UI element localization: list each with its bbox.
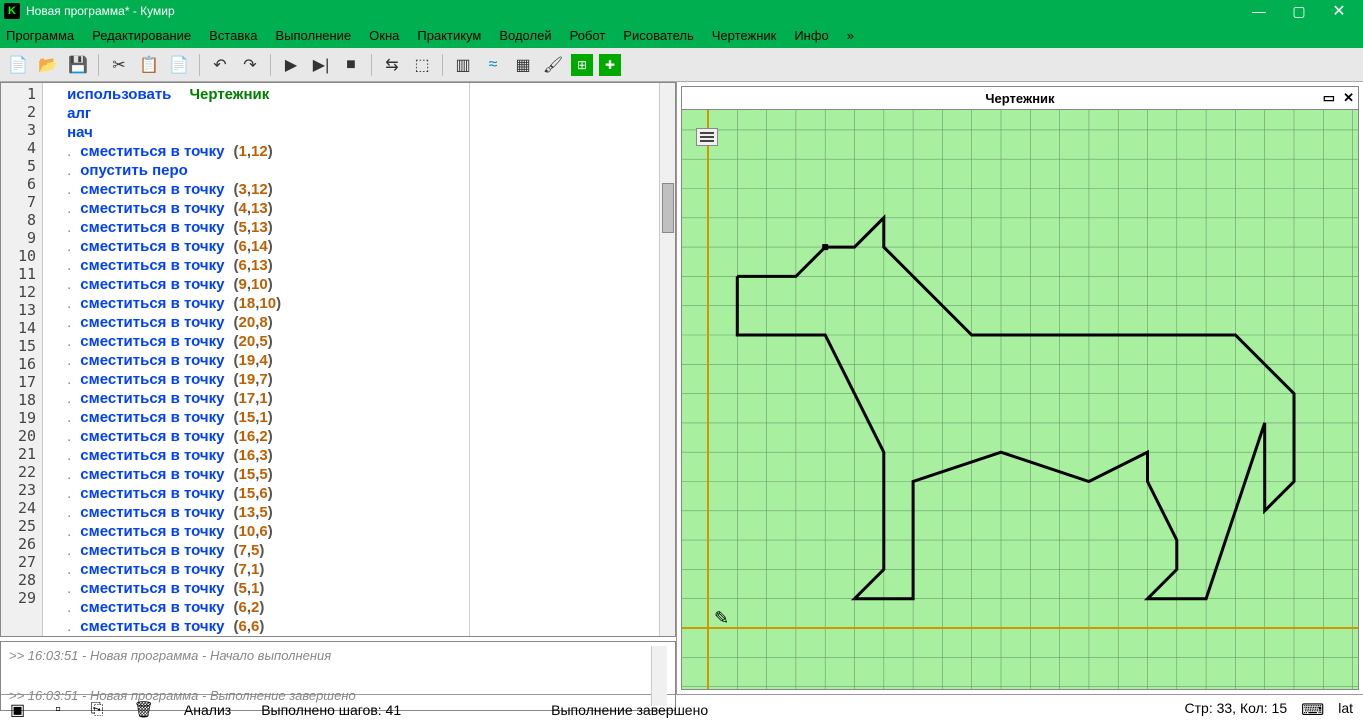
toolbar: 📄 📂 💾 ✂ 📋 📄 ↶ ↷ ▶ ▶| ■ ⇆ ⬚ ▥ ≈ ▦ 🖌 ⊞ ✚ [0, 48, 1363, 82]
step-icon[interactable]: ▶| [309, 53, 333, 77]
status-icon4[interactable]: 🗑 [134, 700, 154, 720]
drawing-canvas[interactable]: ✎ [681, 110, 1359, 690]
canvas-menu-icon[interactable] [696, 128, 718, 146]
status-position: Стр: 33, Кол: 15 [1185, 700, 1288, 720]
editor-scrollbar[interactable] [659, 83, 675, 636]
status-lang: lat [1338, 700, 1353, 720]
menu-insert[interactable]: Вставка [209, 28, 257, 43]
console-line: >> 16:03:51 - Новая программа - Начало в… [9, 646, 651, 666]
status-icon3[interactable]: ⎘ [91, 701, 104, 719]
window-title: Новая программа* - Кумир [26, 4, 1239, 18]
tool1-icon[interactable]: ⇆ [380, 53, 404, 77]
tool-grid-icon[interactable]: ▦ [511, 53, 535, 77]
tool-wave-icon[interactable]: ≈ [481, 53, 505, 77]
editor-side-pane [469, 83, 659, 636]
menubar: Программа Редактирование Вставка Выполне… [0, 22, 1363, 48]
line-gutter: 1234567891011121314151617181920212223242… [1, 83, 43, 636]
canvas-panel-label: Чертежник [985, 91, 1054, 106]
code-editor[interactable]: 1234567891011121314151617181920212223242… [0, 82, 676, 637]
menu-more[interactable]: » [847, 28, 854, 43]
code-area[interactable]: использовать Чертежник алг нач . сместит… [43, 83, 469, 636]
menu-chertezhnik[interactable]: Чертежник [712, 28, 777, 43]
tool-green2-icon[interactable]: ✚ [599, 54, 621, 76]
svg-text:✎: ✎ [714, 608, 729, 628]
console-scrollbar[interactable] [651, 646, 667, 706]
stop-icon[interactable]: ■ [339, 53, 363, 77]
panel-close-icon[interactable]: ✕ [1343, 90, 1354, 106]
app-logo-icon: K [4, 3, 20, 19]
menu-robot[interactable]: Робот [570, 28, 606, 43]
new-file-icon[interactable]: 📄 [6, 53, 30, 77]
run-icon[interactable]: ▶ [279, 53, 303, 77]
menu-windows[interactable]: Окна [369, 28, 399, 43]
status-icon1[interactable]: ▣ [10, 700, 25, 720]
paste-icon[interactable]: 📄 [167, 53, 191, 77]
panel-restore-icon[interactable]: ▭ [1323, 90, 1335, 106]
titlebar: K Новая программа* - Кумир — ▢ ✕ [0, 0, 1363, 22]
minimize-button[interactable]: — [1239, 0, 1279, 22]
save-icon[interactable]: 💾 [66, 53, 90, 77]
canvas-panel-title: Чертежник ▭ ✕ [681, 86, 1359, 110]
status-icon2[interactable]: ▫ [55, 701, 61, 719]
keyboard-icon[interactable]: ⌨ [1301, 700, 1324, 720]
menu-draftsman[interactable]: Рисователь [623, 28, 693, 43]
status-analysis: Анализ [184, 702, 231, 718]
tool-green1-icon[interactable]: ⊞ [571, 54, 593, 76]
menu-practicum[interactable]: Практикум [417, 28, 481, 43]
menu-edit[interactable]: Редактирование [92, 28, 191, 43]
status-steps: Выполнено шагов: 41 [261, 702, 401, 718]
close-button[interactable]: ✕ [1319, 0, 1359, 22]
tool-brush-icon[interactable]: 🖌 [541, 53, 565, 77]
tool2-icon[interactable]: ⬚ [410, 53, 434, 77]
status-done: Выполнение завершено [551, 702, 708, 718]
menu-program[interactable]: Программа [6, 28, 74, 43]
menu-run[interactable]: Выполнение [275, 28, 351, 43]
menu-vodoley[interactable]: Водолей [499, 28, 551, 43]
open-file-icon[interactable]: 📂 [36, 53, 60, 77]
tool3-icon[interactable]: ▥ [451, 53, 475, 77]
redo-icon[interactable]: ↷ [238, 53, 262, 77]
maximize-button[interactable]: ▢ [1279, 0, 1319, 22]
undo-icon[interactable]: ↶ [208, 53, 232, 77]
cut-icon[interactable]: ✂ [107, 53, 131, 77]
menu-info[interactable]: Инфо [794, 28, 828, 43]
copy-icon[interactable]: 📋 [137, 53, 161, 77]
